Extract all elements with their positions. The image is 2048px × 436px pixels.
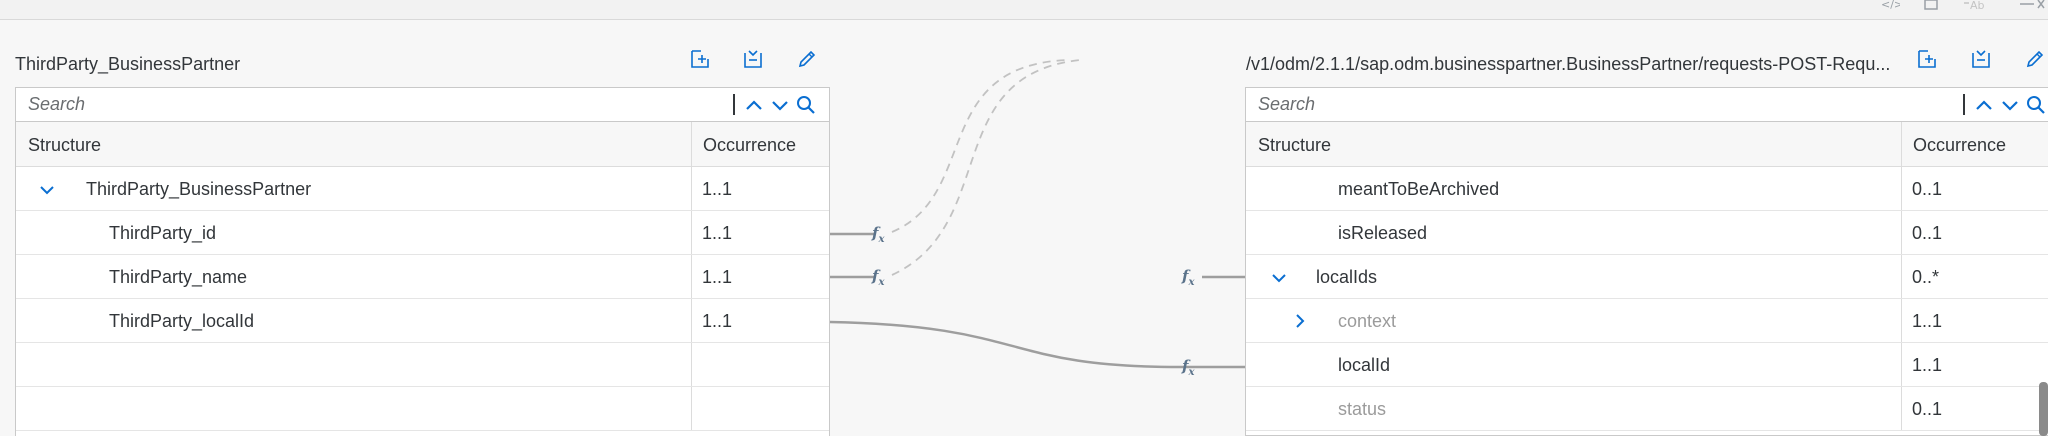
mapping-link-dashed[interactable] bbox=[891, 59, 1081, 276]
text-format-icon[interactable]: Ab bbox=[1964, 0, 1992, 12]
search-icon[interactable] bbox=[795, 94, 817, 116]
mapping-link-dashed[interactable] bbox=[891, 59, 1069, 233]
occurrence-value: 1..1 bbox=[702, 179, 733, 199]
chevron-down-icon[interactable] bbox=[1270, 269, 1288, 287]
tree-row[interactable]: localIds 0..* bbox=[1246, 255, 2048, 299]
node-label: ThirdParty_name bbox=[109, 267, 248, 287]
occurrence-value: 0..1 bbox=[1912, 223, 1943, 243]
node-label: ThirdParty_localId bbox=[109, 311, 255, 331]
tree-row[interactable]: isReleased 0..1 bbox=[1246, 211, 2048, 255]
tree-row[interactable]: ThirdParty_BusinessPartner 1..1 bbox=[16, 167, 829, 211]
tree-row[interactable]: meantToBeArchived 0..1 bbox=[1246, 167, 2048, 211]
svg-text:</>: </> bbox=[1881, 0, 1900, 11]
search-separator bbox=[1963, 94, 1965, 115]
column-header-occurrence[interactable]: Occurrence bbox=[703, 135, 796, 156]
node-label: isReleased bbox=[1338, 223, 1428, 243]
collapse-all-icon[interactable] bbox=[742, 48, 764, 70]
svg-text:Ab: Ab bbox=[1970, 0, 1985, 12]
occurrence-value: 0..1 bbox=[1912, 179, 1943, 199]
tree-row[interactable]: ThirdParty_name 1..1 bbox=[16, 255, 829, 299]
tree-row[interactable]: status 0..1 bbox=[1246, 387, 2048, 431]
copy-icon[interactable] bbox=[1922, 0, 1942, 12]
chevron-up-icon[interactable] bbox=[743, 94, 765, 116]
target-table-header: Structure Occurrence bbox=[1246, 122, 2048, 167]
search-icon[interactable] bbox=[2025, 94, 2047, 116]
collapse-all-icon[interactable] bbox=[1970, 48, 1992, 70]
pencil-icon[interactable] bbox=[796, 48, 818, 70]
top-toolbar: </> Ab bbox=[0, 0, 2048, 20]
target-search-bar bbox=[1246, 88, 2048, 122]
tree-row[interactable]: localId 1..1 bbox=[1246, 343, 2048, 387]
node-label: status bbox=[1338, 399, 1387, 419]
node-label: localIds bbox=[1316, 267, 1378, 287]
occurrence-value: 1..1 bbox=[702, 311, 733, 331]
empty-row bbox=[16, 343, 829, 387]
tree-row[interactable]: ThirdParty_localId 1..1 bbox=[16, 299, 829, 343]
column-header-structure[interactable]: Structure bbox=[1258, 135, 1331, 156]
chevron-down-icon[interactable] bbox=[1999, 94, 2021, 116]
occurrence-value: 0..1 bbox=[1912, 399, 1943, 419]
occurrence-value: 1..1 bbox=[1912, 311, 1943, 331]
node-label: localId bbox=[1338, 355, 1391, 375]
source-search-bar bbox=[16, 88, 829, 122]
node-label: meantToBeArchived bbox=[1338, 179, 1500, 199]
source-search-input[interactable] bbox=[16, 88, 829, 121]
tree-row[interactable]: context 1..1 bbox=[1246, 299, 2048, 343]
node-label: context bbox=[1338, 311, 1397, 331]
vertical-scrollbar[interactable] bbox=[2039, 382, 2048, 436]
add-node-icon[interactable] bbox=[689, 48, 711, 70]
source-table-header: Structure Occurrence bbox=[16, 122, 829, 167]
source-code-icon[interactable]: </> bbox=[1880, 0, 1900, 12]
add-node-icon[interactable] bbox=[1916, 48, 1938, 70]
exit-icon[interactable] bbox=[2020, 0, 2048, 12]
source-structure-tree: Structure Occurrence ThirdParty_Business… bbox=[15, 87, 830, 436]
column-header-structure[interactable]: Structure bbox=[28, 135, 101, 156]
node-label: ThirdParty_id bbox=[109, 223, 217, 243]
chevron-down-icon[interactable] bbox=[769, 94, 791, 116]
occurrence-value: 1..1 bbox=[702, 223, 733, 243]
search-separator bbox=[733, 94, 735, 115]
chevron-down-icon[interactable] bbox=[38, 181, 56, 199]
target-structure-title: /v1/odm/2.1.1/sap.odm.businesspartner.Bu… bbox=[1246, 54, 1891, 74]
chevron-right-icon[interactable] bbox=[1291, 312, 1309, 330]
node-label: ThirdParty_BusinessPartner bbox=[86, 179, 312, 199]
occurrence-value: 1..1 bbox=[1912, 355, 1943, 375]
chevron-up-icon[interactable] bbox=[1973, 94, 1995, 116]
tree-row[interactable]: ThirdParty_id 1..1 bbox=[16, 211, 829, 255]
source-structure-title: ThirdParty_BusinessPartner bbox=[15, 54, 241, 74]
column-header-occurrence[interactable]: Occurrence bbox=[1913, 135, 2006, 156]
fx-function-icon[interactable]: fx bbox=[872, 267, 884, 288]
fx-function-icon[interactable]: fx bbox=[1182, 267, 1194, 288]
target-structure-tree: Structure Occurrence meantToBeArchived 0… bbox=[1245, 87, 2048, 436]
pencil-icon[interactable] bbox=[2024, 48, 2046, 70]
occurrence-value: 1..1 bbox=[702, 267, 733, 287]
occurrence-value: 0..* bbox=[1912, 267, 1940, 287]
fx-function-icon[interactable]: fx bbox=[872, 224, 884, 245]
empty-row bbox=[16, 387, 829, 431]
fx-function-icon[interactable]: fx bbox=[1182, 357, 1194, 378]
target-search-input[interactable] bbox=[1246, 88, 2048, 121]
